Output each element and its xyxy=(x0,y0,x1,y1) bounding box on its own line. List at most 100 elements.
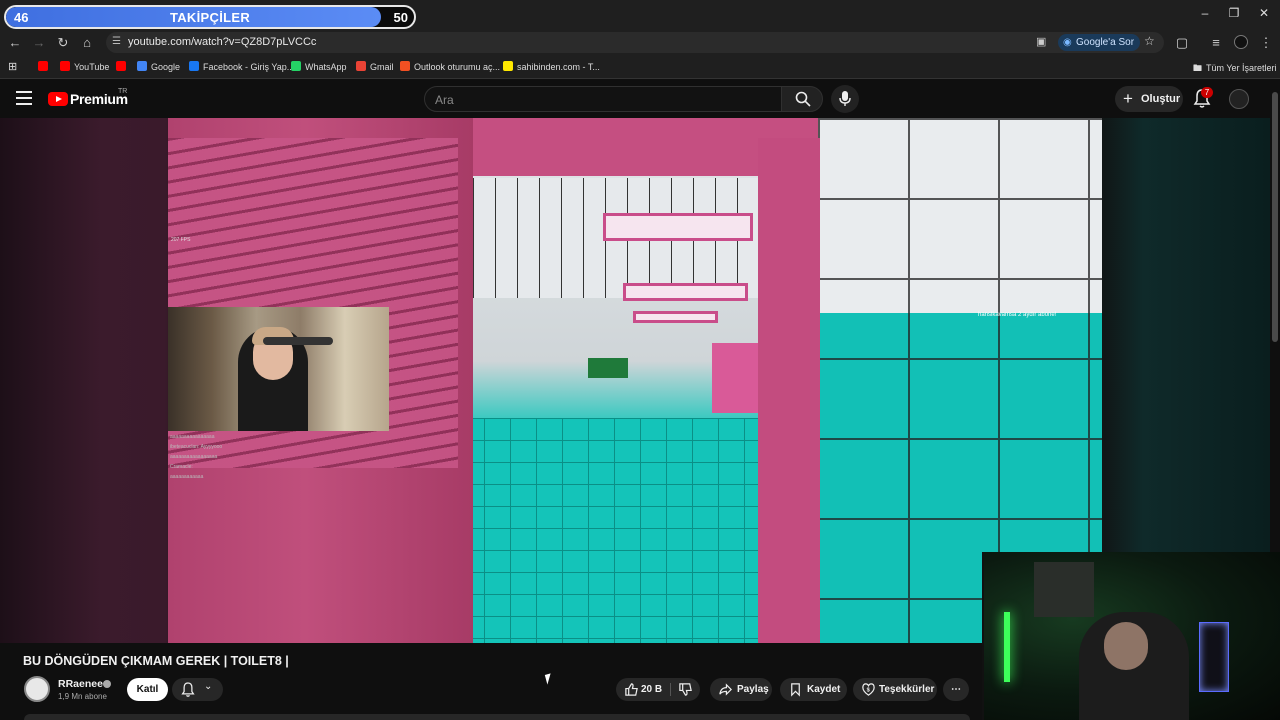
restore-icon[interactable]: ❐ xyxy=(1225,6,1243,22)
bookmark-icon xyxy=(791,683,800,697)
home-icon[interactable]: ⌂ xyxy=(78,34,96,52)
subscriber-alert: hanslkavamsa 2 aydır abone! xyxy=(978,312,1057,318)
bookmark-item[interactable]: Google xyxy=(137,61,180,72)
bookmark-item[interactable]: Gmail xyxy=(356,61,394,72)
channel-name[interactable]: RRaenee xyxy=(58,678,103,690)
bookmark-label: Outlook oturumu aç... xyxy=(414,62,501,72)
subscribed-bell-button[interactable]: ⌄ xyxy=(172,678,223,701)
site-info-icon[interactable]: ☰ xyxy=(112,36,121,47)
search-placeholder: Ara xyxy=(435,93,454,107)
apps-grid-icon[interactable]: ⊞ xyxy=(8,60,17,73)
like-dislike-group: 20 B xyxy=(616,678,700,701)
bookmark-label: Facebook - Giriş Yap... xyxy=(203,62,295,72)
back-icon[interactable]: ← xyxy=(6,34,24,52)
thanks-label: Teşekkürler xyxy=(879,684,935,695)
folder-icon: 🖿 xyxy=(1193,63,1203,73)
hamburger-menu-icon[interactable] xyxy=(16,91,32,105)
bookmark-item[interactable] xyxy=(116,61,130,72)
google-lens-icon: ◉ xyxy=(1063,37,1072,48)
browser-toolbar: ← → ↻ ⌂ ☰ youtube.com/watch?v=QZ8D7pLVCC… xyxy=(0,30,1280,55)
bookmark-favicon-icon xyxy=(356,61,366,71)
thumbs-down-icon xyxy=(679,683,692,696)
bookmark-item[interactable] xyxy=(38,61,52,72)
create-label: Oluştur xyxy=(1141,93,1181,105)
bookmark-item[interactable]: WhatsApp xyxy=(291,61,347,72)
chat-line: aaaaaaaaaaaaaaaaa xyxy=(170,454,218,460)
ask-google-label: Google'a Sor xyxy=(1076,37,1135,48)
mouse-cursor xyxy=(544,673,554,685)
join-button[interactable]: Katıl xyxy=(127,678,168,701)
bookmark-label: WhatsApp xyxy=(305,62,347,72)
extensions-icon[interactable]: ▢ xyxy=(1173,34,1191,52)
share-icon xyxy=(719,683,732,696)
account-avatar[interactable] xyxy=(1229,89,1249,109)
description-box-edge xyxy=(24,714,970,720)
bookmark-favicon-icon xyxy=(189,61,199,71)
create-button[interactable]: + Oluştur xyxy=(1115,86,1183,112)
bookmark-label: YouTube xyxy=(74,62,110,72)
bookmark-favicon-icon xyxy=(60,61,70,71)
bookmark-star-icon[interactable]: ☆ xyxy=(1144,34,1155,48)
search-button[interactable] xyxy=(781,86,823,112)
more-menu-icon[interactable]: ⋮ xyxy=(1257,34,1275,52)
pc-case xyxy=(1199,622,1229,692)
youtube-header: Premium TR Ara + Oluştur 7 xyxy=(0,80,1270,118)
thumbs-up-icon xyxy=(625,683,638,696)
bookmark-item[interactable]: Facebook - Giriş Yap... xyxy=(189,61,294,72)
minimize-icon[interactable]: – xyxy=(1196,6,1214,22)
divider xyxy=(670,683,671,696)
all-bookmarks[interactable]: 🖿 Tüm Yer İşaretleri xyxy=(1193,61,1277,77)
bookmark-favicon-icon xyxy=(38,61,48,71)
ceiling-light xyxy=(633,311,718,323)
more-actions-button[interactable]: ⋯ xyxy=(943,678,969,701)
address-bar[interactable]: ☰ youtube.com/watch?v=QZ8D7pLVCCc ▣ ◉ Go… xyxy=(106,32,1164,53)
browser-tab-strip: 46 TAKİPÇİLER 50 – ❐ ✕ xyxy=(0,0,1280,30)
ceiling-light xyxy=(623,283,748,301)
chat-line: ibeteacuclan: Ayyyyooo xyxy=(170,444,223,450)
wall-poster xyxy=(1034,562,1094,617)
chat-line: Cramacle: xyxy=(170,464,193,470)
bell-icon xyxy=(181,682,195,697)
share-label: Paylaş xyxy=(737,684,769,695)
reactor-webcam xyxy=(982,552,1280,720)
dislike-button[interactable] xyxy=(672,678,700,701)
search-icon xyxy=(795,91,811,107)
youtube-logo-icon[interactable] xyxy=(48,92,68,106)
bookmark-item[interactable]: sahibinden.com - T... xyxy=(503,61,600,72)
reading-list-icon[interactable]: ≡ xyxy=(1207,34,1225,52)
green-led-light xyxy=(1004,612,1010,682)
channel-avatar[interactable] xyxy=(24,676,50,702)
reactor-head xyxy=(1104,622,1148,670)
thanks-button[interactable]: $ Teşekkürler xyxy=(853,678,937,701)
chat-line: aaaaaaaaaaaa xyxy=(170,474,204,480)
reload-icon[interactable]: ↻ xyxy=(54,34,72,52)
forward-icon[interactable]: → xyxy=(30,34,48,52)
bookmark-item[interactable]: YouTube xyxy=(60,61,109,72)
plus-icon: + xyxy=(1123,89,1133,108)
subscriber-count: 1,9 Mn abone xyxy=(58,692,107,701)
bookmark-item[interactable]: Outlook oturumu aç... xyxy=(400,61,500,72)
share-button[interactable]: Paylaş xyxy=(710,678,772,701)
like-button[interactable]: 20 B xyxy=(616,678,670,701)
headphones xyxy=(263,337,333,345)
video-title: BU DÖNGÜDEN ÇIKMAM GEREK | TOILET8 | xyxy=(23,654,289,668)
search-input[interactable]: Ara xyxy=(424,86,782,112)
fps-overlay: 207 FPS xyxy=(171,237,191,243)
door-jamb xyxy=(758,138,820,643)
bookmark-label: sahibinden.com - T... xyxy=(517,62,600,72)
scrollbar-thumb[interactable] xyxy=(1272,92,1278,342)
url-text[interactable]: youtube.com/watch?v=QZ8D7pLVCCc xyxy=(128,36,316,48)
close-icon[interactable]: ✕ xyxy=(1255,6,1273,22)
bookmark-favicon-icon xyxy=(291,61,301,71)
ceiling-light xyxy=(603,213,753,241)
voice-search-button[interactable] xyxy=(831,85,859,113)
profile-avatar[interactable] xyxy=(1234,35,1248,49)
bookmark-label: Gmail xyxy=(370,62,394,72)
follower-goal-target: 50 xyxy=(393,10,408,25)
region-code: TR xyxy=(118,88,128,95)
cast-icon[interactable]: ▣ xyxy=(1036,35,1046,48)
stream-chat-overlay: aaaaaaaaaaaaaaaa ibeteacuclan: Ayyyyooo … xyxy=(170,432,270,482)
bookmark-favicon-icon xyxy=(400,61,410,71)
save-button[interactable]: Kaydet xyxy=(780,678,847,701)
ask-google-button[interactable]: ◉ Google'a Sor xyxy=(1058,34,1140,51)
